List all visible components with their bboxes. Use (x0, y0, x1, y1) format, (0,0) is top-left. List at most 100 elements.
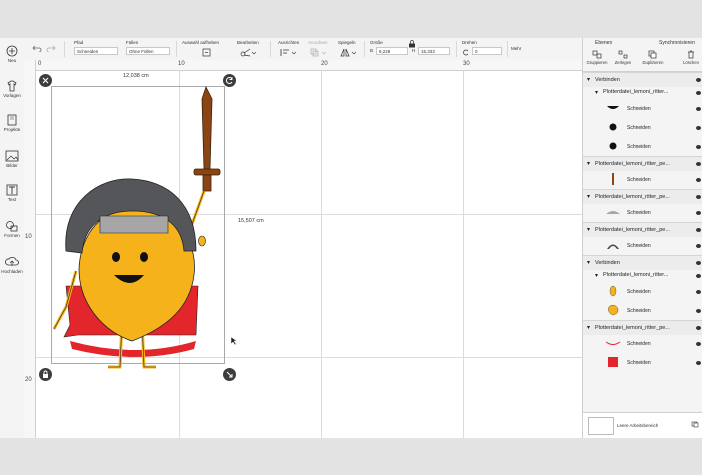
rotate-handle[interactable] (223, 74, 236, 87)
hide-icon[interactable] (691, 421, 699, 428)
chevron-down-icon[interactable]: ▾ (595, 89, 598, 96)
ungroup-button[interactable]: Zerlegen (611, 50, 635, 65)
chevron-down-icon[interactable]: ▾ (587, 76, 590, 83)
layer-subgroup-row[interactable]: ▾ Plotterdatei_lemoni_ritter... (583, 86, 702, 99)
cursor-icon (230, 336, 238, 346)
images-button[interactable]: Bilder (0, 150, 24, 168)
layer-item-row[interactable]: Schneiden (583, 118, 702, 137)
scissors-icon[interactable] (240, 48, 256, 57)
visibility-eye-icon[interactable] (696, 273, 701, 278)
blank-canvas-row[interactable]: Leere Arbeitsbereich (583, 412, 702, 438)
layer-item-row[interactable]: Schneiden (583, 99, 702, 118)
rect-thumb-icon (608, 357, 618, 367)
layer-item-row[interactable]: Schneiden (583, 353, 702, 372)
visibility-eye-icon[interactable] (696, 326, 701, 330)
layer-group-label: Plotterdatei_lemoni_ritter_pe... (595, 227, 670, 233)
layer-item-row[interactable]: Schneiden (583, 203, 702, 222)
rotate-label: Drehen (462, 40, 477, 45)
deselect-icon[interactable] (202, 48, 211, 57)
align-icon[interactable] (280, 48, 296, 57)
layer-item-row[interactable]: Schneiden (583, 334, 702, 353)
undo-icon[interactable] (32, 44, 42, 52)
upload-label: Hochladen (1, 269, 23, 274)
layer-item-row[interactable]: Schneiden (583, 170, 702, 189)
layer-item-row[interactable]: Schneiden (583, 282, 702, 301)
redo-icon[interactable] (46, 44, 56, 52)
duplicate-label: Duplizieren (642, 60, 664, 65)
layer-item-label: Schneiden (627, 360, 651, 366)
rotate-input[interactable]: 0 (472, 47, 502, 55)
new-button[interactable]: Neu (0, 45, 24, 63)
fuellen-dropdown[interactable]: Ohne Füllen (126, 47, 170, 55)
more-button[interactable]: Mehr (511, 46, 521, 51)
chevron-down-icon[interactable]: ▾ (587, 226, 590, 233)
layer-item-row[interactable]: Schneiden (583, 137, 702, 156)
lock-handle[interactable] (39, 368, 52, 381)
templates-button[interactable]: Vorlagen (0, 80, 24, 98)
visibility-eye-icon[interactable] (696, 106, 701, 111)
lock-icon[interactable] (408, 40, 416, 48)
visibility-eye-icon[interactable] (696, 243, 701, 248)
visibility-eye-icon[interactable] (696, 228, 701, 232)
templates-label: Vorlagen (3, 93, 21, 98)
resize-icon (226, 371, 233, 378)
chevron-down-icon[interactable]: ▾ (595, 272, 598, 279)
layer-item-row[interactable]: Schneiden (583, 301, 702, 320)
visibility-eye-icon[interactable] (696, 210, 701, 215)
right-eye-shape (140, 252, 148, 262)
layer-group-row[interactable]: ▾ Verbinden (583, 72, 702, 87)
layer-group-label: Plotterdatei_lemoni_ritter_pe... (595, 325, 670, 331)
flip-icon[interactable] (340, 48, 356, 57)
plus-icon (6, 45, 18, 57)
shapes-button[interactable]: Formen (0, 220, 24, 238)
chevron-down-icon[interactable]: ▾ (587, 324, 590, 331)
width-input[interactable]: 8,228 (376, 47, 408, 55)
size-label: Größe (370, 40, 383, 45)
resize-handle[interactable] (223, 368, 236, 381)
visibility-eye-icon[interactable] (696, 90, 701, 95)
close-handle[interactable] (39, 74, 52, 87)
tab-sync[interactable]: Synchronisieren (659, 40, 695, 46)
left-toolbar: Neu Vorlagen Projekte Bilder Text Formen… (0, 38, 25, 438)
arrange-icon[interactable] (310, 48, 326, 57)
pfad-dropdown[interactable]: Schneiden (74, 47, 118, 55)
chevron-down-icon[interactable]: ▾ (587, 193, 590, 200)
upload-button[interactable]: Hochladen (0, 256, 24, 274)
group-label: Gruppieren (586, 60, 608, 65)
visibility-eye-icon[interactable] (696, 177, 701, 182)
layer-group-row[interactable]: ▾ Plotterdatei_lemoni_ritter_pe... (583, 156, 702, 171)
visibility-eye-icon[interactable] (696, 261, 701, 265)
tab-layers[interactable]: Ebenen (595, 40, 612, 46)
layer-group-row[interactable]: ▾ Verbinden (583, 255, 702, 270)
visibility-eye-icon[interactable] (696, 162, 701, 166)
duplicate-button[interactable]: Duplizieren (641, 50, 665, 65)
delete-button[interactable]: Löschen (679, 50, 702, 65)
projects-button[interactable]: Projekte (0, 114, 24, 132)
layer-group-row[interactable]: ▾ Plotterdatei_lemoni_ritter_pe... (583, 222, 702, 237)
visibility-eye-icon[interactable] (696, 125, 701, 130)
layer-group-row[interactable]: ▾ Plotterdatei_lemoni_ritter_pe... (583, 320, 702, 335)
chevron-down-icon[interactable]: ▾ (587, 160, 590, 167)
layer-group-label: Plotterdatei_lemoni_ritter_pe... (595, 161, 670, 167)
fuellen-value: Ohne Füllen (129, 49, 154, 54)
visibility-eye-icon[interactable] (696, 341, 701, 346)
visibility-eye-icon[interactable] (696, 195, 701, 199)
layer-subgroup-row[interactable]: ▾ Plotterdatei_lemoni_ritter... (583, 269, 702, 282)
lemon-knight-artwork[interactable] (36, 71, 582, 438)
group-button[interactable]: Gruppieren (585, 50, 609, 65)
visibility-eye-icon[interactable] (696, 289, 701, 294)
close-icon (42, 77, 49, 84)
visibility-eye-icon[interactable] (696, 308, 701, 313)
text-button[interactable]: Text (0, 184, 24, 202)
arc-thumb-icon (607, 244, 619, 249)
lock-icon (43, 370, 48, 378)
design-canvas[interactable]: 12,038 cm 15,507 cm (36, 71, 582, 438)
chevron-down-icon[interactable]: ▾ (587, 259, 590, 266)
height-input[interactable]: 15,333 (418, 47, 450, 55)
layer-group-row[interactable]: ▾ Plotterdatei_lemoni_ritter_pe... (583, 189, 702, 204)
visibility-eye-icon[interactable] (696, 360, 701, 365)
visibility-eye-icon[interactable] (696, 78, 701, 82)
toolbar-divider (364, 41, 365, 57)
visibility-eye-icon[interactable] (696, 144, 701, 149)
layer-item-row[interactable]: Schneiden (583, 236, 702, 255)
